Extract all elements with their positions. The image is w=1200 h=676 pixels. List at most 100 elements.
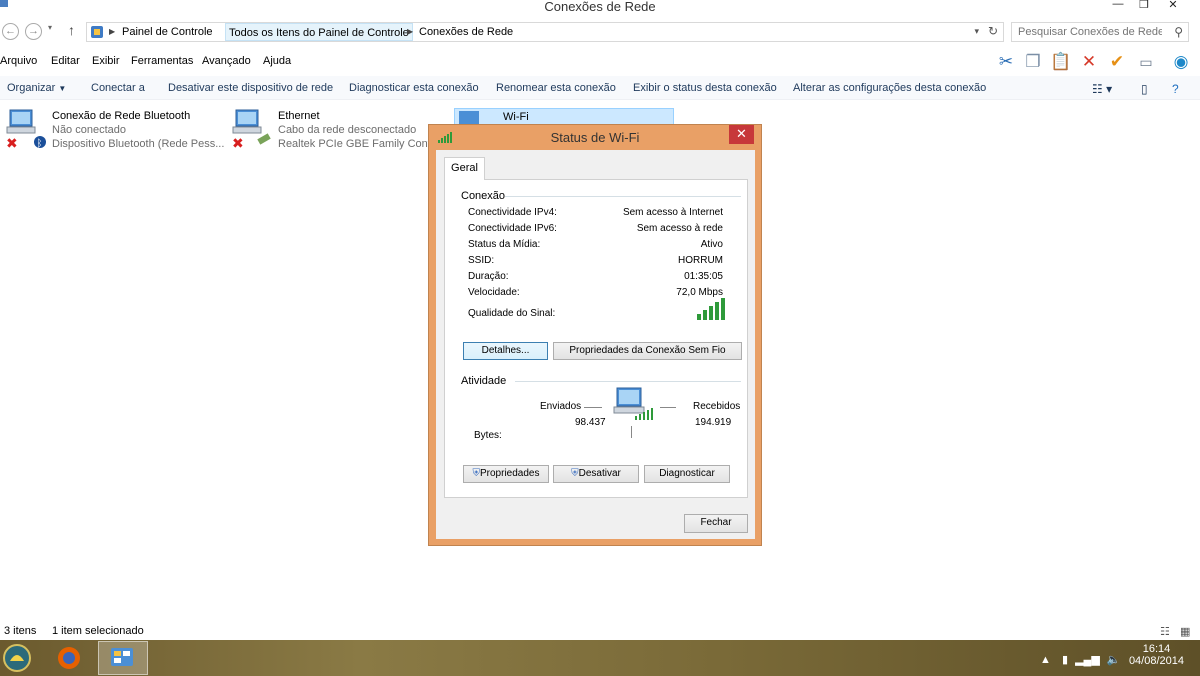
copy-icon[interactable]: ❐ (1022, 52, 1044, 72)
properties-button[interactable]: ⛨Propriedades (463, 465, 549, 483)
up-button[interactable]: ↑ (68, 22, 75, 38)
globe-icon[interactable]: ◉ (1170, 52, 1192, 72)
network-computer-icon: ✖ (232, 108, 272, 152)
clock[interactable]: 16:14 04/08/2014 (1129, 643, 1184, 667)
minimize-button[interactable]: — (1107, 0, 1129, 14)
tab-general[interactable]: Geral (444, 157, 485, 180)
details-button[interactable]: Detalhes... (463, 342, 548, 360)
network-computer-icon: ✖ ᛒ (6, 108, 46, 152)
recent-locations-button[interactable]: ▾ (48, 23, 52, 32)
disable-button-label: Desativar (578, 468, 621, 479)
connection-ethernet[interactable]: ✖ Ethernet Cabo da rede desconectado Rea… (232, 108, 452, 152)
menu-ajuda[interactable]: Ajuda (263, 55, 291, 67)
connection-bluetooth[interactable]: ✖ ᛒ Conexão de Rede Bluetooth Não conect… (6, 108, 226, 152)
breadcrumb-separator-icon: ▶ (109, 27, 116, 36)
paste-icon[interactable]: 📋 (1050, 52, 1072, 72)
received-line (660, 407, 676, 408)
dialog-title: Status de Wi-Fi (550, 130, 640, 145)
media-status-value: Ativo (700, 239, 723, 250)
firefox-taskbar-button[interactable] (44, 641, 94, 675)
network-tray-icon[interactable]: ▂▄▆ (1075, 654, 1100, 666)
diagnose-button[interactable]: Diagnosticar (644, 465, 730, 483)
change-settings-button[interactable]: Alterar as configurações desta conexão (793, 82, 986, 94)
preview-pane-icon[interactable]: ▯ (1141, 82, 1148, 96)
app-icon (0, 0, 14, 14)
ssid-value: HORRUM (678, 255, 723, 266)
clock-date: 04/08/2014 (1128, 655, 1184, 667)
refresh-icon[interactable]: ↻ (988, 24, 998, 38)
tray-expand-icon[interactable]: ▲ (1040, 654, 1051, 666)
address-bar[interactable]: ▶ Painel de Controle Todos os Itens do P… (86, 22, 1004, 42)
menu-arquivo[interactable]: Arquivo (0, 55, 37, 67)
wireless-properties-button[interactable]: Propriedades da Conexão Sem Fio (553, 342, 742, 360)
sent-line (584, 407, 602, 408)
properties-icon[interactable]: ▭ (1135, 52, 1157, 72)
connection-device: Dispositivo Bluetooth (Rede Pess... (52, 138, 225, 150)
sent-bytes-value: 98.437 (575, 417, 606, 428)
connection-name: Ethernet (278, 110, 320, 122)
ipv6-value: Sem acesso à rede (636, 223, 723, 234)
view-options-icon[interactable]: ☷ ▾ (1092, 82, 1112, 96)
menu-avancado[interactable]: Avançado (202, 55, 251, 67)
search-input[interactable] (1012, 23, 1162, 41)
menu-ferramentas[interactable]: Ferramentas (131, 55, 193, 67)
menu-editar[interactable]: Editar (51, 55, 80, 67)
checkmark-icon[interactable]: ✔ (1106, 52, 1128, 72)
back-button[interactable]: ← (2, 23, 19, 40)
dialog-close-button[interactable]: ✕ (729, 125, 754, 144)
navigation-bar: ← → ▾ ↑ ▶ Painel de Controle Todos os It… (0, 19, 1200, 45)
forward-button[interactable]: → (25, 23, 42, 40)
control-panel-icon (90, 25, 104, 39)
taskbar: ▲ ▮ ▂▄▆ 🔈 16:14 04/08/2014 (0, 640, 1200, 676)
window-titlebar: Conexões de Rede — ❐ ✕ (0, 0, 1200, 16)
breadcrumb-network-connections[interactable]: Conexões de Rede (416, 23, 516, 41)
help-icon[interactable]: ? (1172, 82, 1179, 96)
cut-icon[interactable]: ✂ (995, 52, 1017, 72)
signal-strength-icon (697, 298, 725, 323)
organize-button[interactable]: Organizar ▼ (7, 82, 66, 94)
control-panel-taskbar-button[interactable] (98, 641, 148, 675)
details-view-icon[interactable]: ☷ (1160, 625, 1170, 638)
command-bar: Organizar ▼ Conectar a Desativar este di… (0, 76, 1200, 100)
disable-device-button[interactable]: Desativar este dispositivo de rede (168, 82, 333, 94)
network-computer-icon (455, 109, 485, 125)
speed-label: Velocidade: (468, 287, 520, 298)
close-window-button[interactable]: ✕ (1162, 0, 1184, 14)
delete-icon[interactable]: ✕ (1078, 52, 1100, 72)
rename-connection-button[interactable]: Renomear esta conexão (496, 82, 616, 94)
battery-icon[interactable]: ▮ (1062, 654, 1068, 666)
svg-text:ᛒ: ᛒ (37, 139, 43, 149)
bytes-label: Bytes: (474, 430, 502, 441)
view-status-button[interactable]: Exibir o status desta conexão (633, 82, 777, 94)
connection-name: Conexão de Rede Bluetooth (52, 110, 191, 122)
connect-to-button[interactable]: Conectar a (91, 82, 145, 94)
connection-group-title: Conexão (461, 190, 506, 202)
maximize-button[interactable]: ❐ (1133, 0, 1155, 14)
wifi-status-dialog: Status de Wi-Fi ✕ Geral Conexão Conectiv… (428, 124, 762, 546)
speed-value: 72,0 Mbps (676, 287, 723, 298)
breadcrumb-all-items[interactable]: Todos os Itens do Painel de Controle (225, 23, 413, 41)
menu-exibir[interactable]: Exibir (92, 55, 120, 67)
search-box[interactable]: ⚲ (1011, 22, 1189, 42)
general-panel: Conexão Conectividade IPv4: Sem acesso à… (444, 179, 748, 498)
disable-button[interactable]: ⛨Desativar (553, 465, 639, 483)
volume-icon[interactable]: 🔈 (1107, 654, 1121, 666)
ipv6-label: Conectividade IPv6: (468, 223, 557, 234)
svg-text:✖: ✖ (6, 136, 18, 148)
search-icon[interactable]: ⚲ (1174, 25, 1183, 39)
ipv4-value: Sem acesso à Internet (622, 207, 723, 218)
address-dropdown-icon[interactable]: ▾ (974, 26, 979, 37)
tiles-view-icon[interactable]: ▦ (1180, 625, 1190, 638)
close-button[interactable]: Fechar (684, 514, 748, 533)
menu-bar: Arquivo Editar Exibir Ferramentas Avança… (0, 52, 1200, 72)
diagnose-connection-button[interactable]: Diagnosticar esta conexão (349, 82, 479, 94)
received-bytes-value: 194.919 (695, 417, 732, 428)
signal-quality-label: Qualidade do Sinal: (468, 308, 556, 319)
start-button[interactable] (0, 641, 36, 675)
ssid-label: SSID: (468, 255, 495, 266)
duration-value: 01:35:05 (684, 271, 723, 282)
properties-button-label: Propriedades (480, 468, 540, 479)
breadcrumb-control-panel[interactable]: Painel de Controle (119, 23, 216, 41)
group-divider (505, 196, 741, 197)
window-title: Conexões de Rede (544, 0, 656, 14)
